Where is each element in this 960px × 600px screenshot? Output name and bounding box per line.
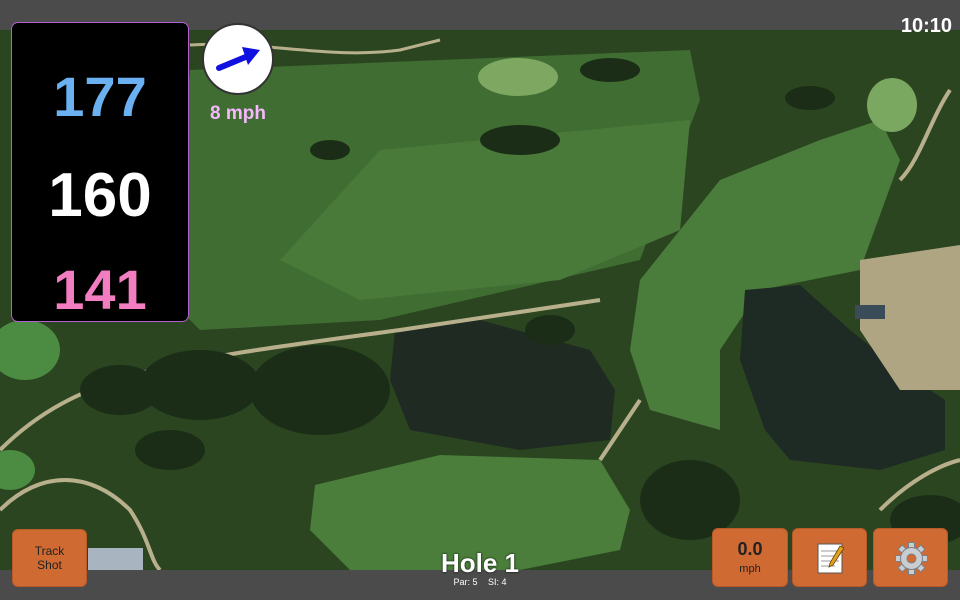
speed-button[interactable]: 0.0 mph [712, 528, 788, 587]
clock-time: 10:10 [900, 15, 952, 37]
speed-unit: mph [739, 563, 761, 575]
speed-value: 0.0 [737, 539, 763, 559]
gear-icon [895, 542, 928, 575]
hole-title: Hole 1 [440, 548, 520, 578]
track-shot-button[interactable]: Track Shot [12, 529, 87, 587]
notepad-icon [817, 543, 845, 574]
track-shot-label-line1: Track [34, 544, 65, 558]
front-distance: 141 [53, 258, 147, 321]
distance-panel: 177 160 141 [11, 22, 189, 322]
settings-button[interactable] [873, 528, 948, 587]
wind-speed-label: 8 mph [210, 103, 266, 124]
wind-arrow-icon [216, 47, 260, 71]
notes-button[interactable] [792, 528, 867, 587]
back-distance: 177 [53, 65, 147, 128]
middle-distance: 160 [48, 161, 152, 230]
par-label: Par: 5 [453, 577, 478, 587]
wind-indicator [202, 23, 274, 95]
hole-meta: Par: 5 SI: 4 [380, 577, 580, 587]
track-shot-label-line2: Shot [37, 558, 62, 572]
stroke-index-label: SI: 4 [488, 577, 507, 587]
